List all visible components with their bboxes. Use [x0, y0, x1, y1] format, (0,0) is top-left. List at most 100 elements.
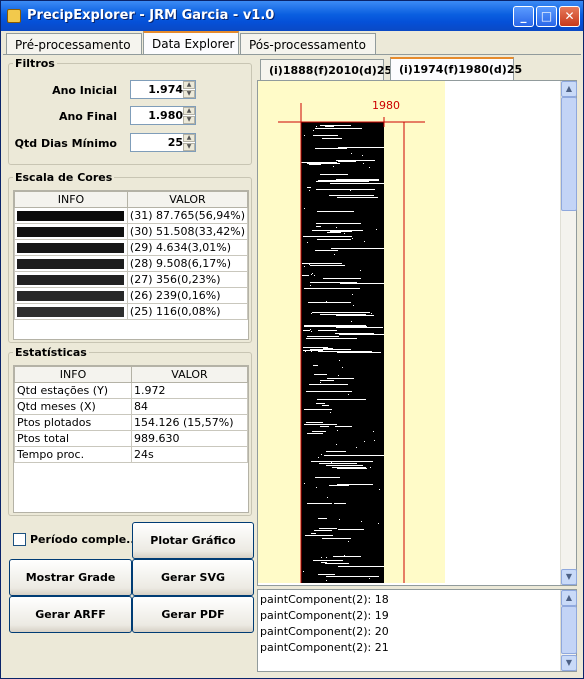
statistics-row[interactable]: Tempo proc. 24s	[14, 446, 248, 463]
data-gap-line	[336, 160, 375, 161]
tab-data-explorer[interactable]: Data Explorer	[143, 31, 239, 55]
statistics-row[interactable]: Qtd meses (X) 84	[14, 398, 248, 415]
color-swatch-cell	[14, 287, 128, 304]
plotar-grafico-button[interactable]: Plotar Gráfico	[132, 522, 254, 559]
ano-inicial-input[interactable]	[131, 81, 185, 98]
data-gap-dot	[373, 431, 374, 432]
color-scale-row[interactable]: (27) 356(0,23%)	[14, 271, 249, 288]
column-header-valor[interactable]: VALOR	[126, 191, 249, 208]
spinner-up-icon[interactable]: ▲	[183, 107, 195, 115]
close-button[interactable]: ✕	[559, 6, 580, 27]
checkbox-box[interactable]	[13, 533, 26, 546]
data-gap-line	[338, 566, 384, 567]
data-gap-line	[331, 248, 384, 249]
data-gap-dot	[338, 375, 339, 376]
precip-chart: 1980	[258, 81, 445, 583]
spinner-up-icon[interactable]: ▲	[183, 134, 195, 142]
color-scale-value: (27) 356(0,23%)	[126, 271, 249, 288]
data-gap-dot	[333, 166, 334, 167]
color-scale-row[interactable]: (31) 87.765(56,94%)	[14, 207, 249, 224]
color-scale-row[interactable]: (26) 239(0,16%)	[14, 287, 249, 304]
color-scale-value: (26) 239(0,16%)	[126, 287, 249, 304]
maximize-button[interactable]: □	[536, 6, 557, 27]
column-header-valor[interactable]: VALOR	[131, 366, 248, 383]
chart-tab-1974-1980[interactable]: (i)1974(f)1980(d)25	[390, 57, 522, 81]
scroll-up-icon[interactable]: ▲	[561, 590, 577, 606]
data-gap-line	[330, 183, 384, 184]
color-swatch-cell	[14, 303, 128, 320]
data-gap-line	[304, 288, 360, 289]
column-header-info[interactable]: INFO	[14, 191, 128, 208]
data-gap-line	[312, 230, 363, 231]
data-gap-dot	[370, 467, 371, 468]
qtd-dias-input[interactable]	[131, 134, 185, 151]
data-gap-dot	[336, 227, 337, 228]
data-gap-line	[315, 250, 338, 251]
data-gap-line	[327, 378, 354, 379]
statistics-info: Ptos plotados	[14, 414, 132, 431]
title-bar[interactable]: PrecipExplorer - JRM Garcia - v1.0 _ □ ✕	[1, 1, 583, 31]
color-scale-table: INFO VALOR (31) 87.765(56,94%) (30) 51.50…	[14, 191, 249, 320]
periodo-completo-checkbox[interactable]: Período comple...	[13, 533, 139, 546]
gerar-arff-button[interactable]: Gerar ARFF	[9, 596, 132, 633]
data-gap-dot	[318, 457, 319, 458]
data-gap-line	[329, 485, 349, 486]
statistics-value: 1.972	[131, 382, 248, 399]
scroll-up-icon[interactable]: ▲	[561, 81, 577, 97]
spinner-down-icon[interactable]: ▼	[183, 116, 195, 124]
data-gap-line	[303, 350, 323, 351]
data-gap-line	[307, 187, 311, 188]
data-gap-dot	[313, 130, 314, 131]
scroll-down-icon[interactable]: ▼	[561, 655, 577, 671]
column-header-info[interactable]: INFO	[14, 366, 132, 383]
log-line: paintComponent(2): 21	[260, 641, 389, 654]
data-gap-line	[314, 374, 327, 375]
data-gap-dot	[310, 285, 311, 286]
color-scale-row[interactable]: (29) 4.634(3,01%)	[14, 239, 249, 256]
data-gap-line	[335, 426, 352, 427]
spinner-down-icon[interactable]: ▼	[183, 90, 195, 98]
qtd-dias-spinner[interactable]: ▲ ▼	[130, 133, 196, 152]
gerar-svg-button[interactable]: Gerar SVG	[132, 559, 254, 596]
data-gap-dot	[330, 412, 331, 413]
data-gap-dot	[327, 497, 328, 498]
color-scale-value: (31) 87.765(56,94%)	[126, 207, 249, 224]
scroll-thumb[interactable]	[561, 97, 577, 211]
minimize-button[interactable]: _	[513, 6, 534, 27]
statistics-row[interactable]: Qtd estações (Y) 1.972	[14, 382, 248, 399]
data-gap-line	[324, 455, 384, 456]
spinner-down-icon[interactable]: ▼	[183, 143, 195, 151]
periodo-completo-label: Período comple...	[30, 533, 139, 546]
color-scale-row[interactable]: (25) 116(0,08%)	[14, 303, 249, 320]
statistics-row[interactable]: Ptos plotados 154.126 (15,57%)	[14, 414, 248, 431]
spinner-up-icon[interactable]: ▲	[183, 81, 195, 89]
data-gap-dot	[312, 273, 313, 274]
statistics-row[interactable]: Ptos total 989.630	[14, 430, 248, 447]
data-gap-line	[318, 351, 372, 352]
chart-vertical-scrollbar[interactable]: ▲ ▼	[560, 81, 577, 585]
tab-pre-processamento[interactable]: Pré-processamento	[6, 33, 142, 55]
data-gap-line	[314, 530, 332, 531]
data-gap-line	[309, 384, 348, 385]
log-vertical-scrollbar[interactable]: ▲ ▼	[560, 590, 577, 671]
data-gap-line	[333, 556, 361, 557]
data-gap-dot	[304, 208, 305, 209]
color-scale-row[interactable]: (30) 51.508(33,42%)	[14, 223, 249, 240]
scroll-down-icon[interactable]: ▼	[561, 569, 577, 585]
data-gap-line	[313, 135, 338, 136]
data-gap-line	[322, 463, 357, 464]
scroll-thumb[interactable]	[561, 606, 577, 654]
data-gap-dot	[304, 135, 305, 136]
chart-tab-1888-2010[interactable]: (i)1888(f)2010(d)25	[260, 59, 392, 81]
ano-final-spinner[interactable]: ▲ ▼	[130, 106, 196, 125]
statistics-info: Qtd meses (X)	[14, 398, 132, 415]
data-gap-dot	[369, 578, 370, 579]
data-gap-line	[326, 465, 363, 466]
ano-inicial-spinner[interactable]: ▲ ▼	[130, 80, 196, 99]
gerar-pdf-button[interactable]: Gerar PDF	[132, 596, 254, 633]
tab-pos-processamento[interactable]: Pós-processamento	[240, 33, 376, 55]
color-scale-row[interactable]: (28) 9.508(6,17%)	[14, 255, 249, 272]
ano-final-input[interactable]	[131, 107, 185, 124]
mostrar-grade-button[interactable]: Mostrar Grade	[9, 559, 132, 596]
color-swatch	[17, 227, 124, 237]
